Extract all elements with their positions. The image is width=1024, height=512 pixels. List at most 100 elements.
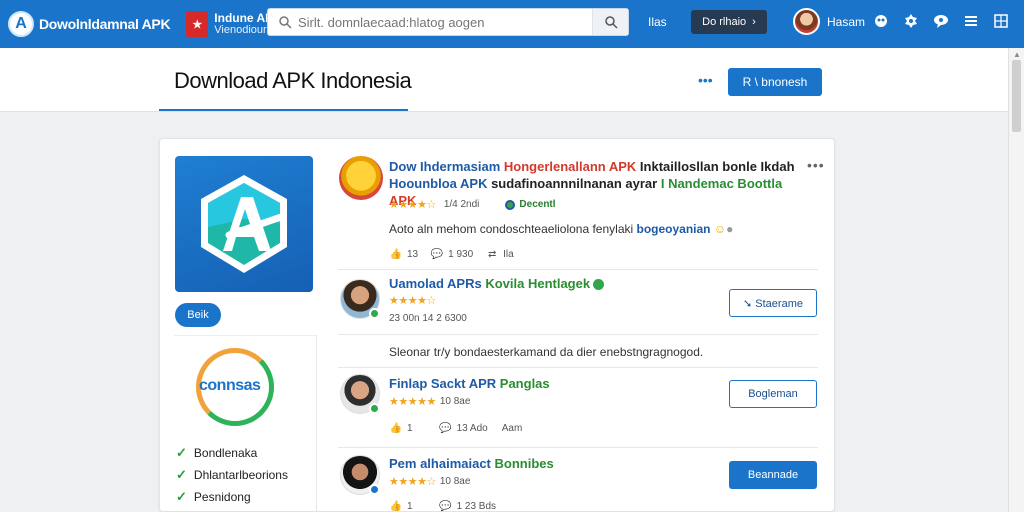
verified-icon	[369, 484, 380, 495]
checklist-label: Dhlantarlbeorions	[193, 468, 288, 482]
post-title-part: Inktaillosllan bonle Ikdah	[639, 159, 795, 174]
divider	[338, 447, 818, 448]
menu-icon[interactable]	[962, 12, 980, 30]
comment-icon[interactable]: 💬	[430, 247, 444, 261]
post-meta: ★★★★☆	[389, 294, 436, 307]
rating-text: 10 8ae	[439, 396, 471, 407]
like-count: 1	[407, 422, 413, 434]
post-actions: 👍 1 💬 1 23 Bds	[389, 499, 496, 512]
check-icon: ✓	[176, 489, 187, 504]
checklist-item: ✓ Dhlantarlbeorions	[176, 464, 288, 486]
grid-icon[interactable]	[992, 12, 1010, 30]
app-logo-icon	[201, 175, 287, 273]
avatar[interactable]	[340, 279, 380, 319]
check-icon: ✓	[176, 467, 187, 482]
comment-count: 1 23 Bds	[456, 500, 497, 512]
author-name: Uamolad APRs	[389, 276, 486, 291]
post-author[interactable]: Finlap Sackt APR Panglas	[389, 376, 550, 391]
chat-icon[interactable]	[932, 12, 950, 30]
avatar[interactable]	[339, 156, 383, 200]
divider	[338, 269, 818, 270]
post-body: Aoto aln mehom condoschteaeliolona fenyl…	[389, 222, 733, 236]
apps-icon[interactable]	[872, 12, 890, 30]
like-icon[interactable]: 👍	[389, 247, 403, 261]
follow-button[interactable]: Bogleman	[729, 380, 817, 408]
page-header: Download APK Indonesia ••• R \ bnonesh	[0, 48, 1008, 112]
app-action-pill[interactable]: Beik	[175, 303, 221, 327]
post-stats: 23 00n 14 2 6300	[389, 313, 467, 324]
like-icon[interactable]: 👍	[389, 421, 403, 435]
badge-label: Decentl	[519, 199, 556, 210]
comment-count: 13 Ado	[456, 422, 488, 434]
app-card: Beik connsas ✓ Bondlenaka ✓ Dhlantarlbeori…	[159, 138, 835, 512]
rating-text: 1/4 2ndi	[443, 199, 480, 210]
emoji-icon: ●	[726, 222, 734, 236]
rating-text: 10 8ae	[439, 476, 471, 487]
author-tag: Kovila Hentlagek	[485, 276, 591, 291]
brand[interactable]: A Dowolnldamnal APK	[8, 11, 171, 37]
avatar[interactable]	[340, 374, 380, 414]
search-icon	[604, 16, 618, 29]
avatar[interactable]	[340, 455, 380, 495]
avatar	[793, 8, 820, 35]
header-action-button[interactable]: R \ bnonesh	[728, 68, 822, 96]
post-title-part: Hoounbloa APK	[389, 176, 492, 191]
download-button[interactable]: Beannade	[729, 461, 817, 489]
post-actions: 👍 13 💬 1 930 ⇄ Ila	[389, 247, 514, 261]
post-meta: ★★★★☆ 1/4 2ndi Decentl	[389, 198, 556, 211]
checklist-label: Bondlenaka	[193, 446, 258, 460]
post-author[interactable]: Uamolad APRs Kovila Hentlagek	[389, 276, 605, 291]
share-count: Ila	[503, 248, 514, 260]
comment-icon[interactable]: 💬	[439, 421, 453, 435]
search-icon	[279, 16, 292, 29]
language-button[interactable]: Do rlhaio ›	[691, 10, 767, 34]
search-bar	[267, 8, 629, 36]
status-badge: Decentl	[505, 199, 556, 210]
post-body-text: Aoto aln mehom condoschteaeliolona fenyl…	[389, 222, 637, 236]
gear-icon[interactable]	[902, 12, 920, 30]
author-name: Finlap Sackt APR	[389, 376, 500, 391]
emoji-icon: ☺	[713, 222, 727, 236]
brand-name: Dowolnldamnal APK	[39, 16, 171, 32]
more-options-icon[interactable]: •••	[807, 157, 825, 173]
side-panel: connsas ✓ Bondlenaka ✓ Dhlantarlbeorions ✓…	[174, 335, 317, 512]
verified-icon	[593, 279, 605, 291]
post-title-part: sudafinoannnilnanan ayrar	[491, 176, 661, 191]
partner-logo: connsas	[196, 348, 274, 426]
search-button[interactable]	[592, 9, 628, 35]
follow-button[interactable]: ➘ Staerame	[729, 289, 817, 317]
comment-icon[interactable]: 💬	[439, 499, 453, 512]
post-body: Sleonar tr/y bondaesterkamand da dier en…	[389, 345, 704, 359]
post-actions: 👍 1 💬 13 Ado Aam	[389, 421, 523, 435]
checklist-item: ✓ Bondlenaka	[176, 442, 288, 464]
search-input[interactable]	[298, 14, 588, 30]
post-meta: ★★★★☆ 10 8ae	[389, 475, 470, 488]
check-icon: ✓	[176, 445, 187, 460]
page-title: Download APK Indonesia	[174, 68, 412, 93]
app-logo[interactable]	[175, 156, 313, 292]
share-count: Aam	[501, 422, 523, 434]
like-count: 13	[407, 248, 419, 260]
nav-link[interactable]: Ilas	[648, 15, 667, 29]
checklist-label: Pesnidong	[193, 490, 251, 504]
author-tag: Panglas	[499, 376, 550, 391]
scrollbar-thumb[interactable]	[1012, 60, 1021, 132]
author-name: Pem alhaimaiact	[389, 456, 495, 471]
like-count: 1	[407, 500, 413, 512]
post-author[interactable]: Pem alhaimaiact Bonnibes	[389, 456, 554, 471]
post-meta: 23 00n 14 2 6300	[389, 313, 467, 324]
star-rating: ★★★★☆	[389, 476, 436, 488]
user-menu[interactable]: Hasam	[793, 8, 865, 35]
scroll-up-icon[interactable]: ▲	[1013, 50, 1021, 59]
verified-icon	[369, 403, 380, 414]
language-label: Do rlhaio	[702, 16, 747, 28]
like-icon[interactable]: 👍	[389, 499, 403, 512]
divider	[338, 334, 818, 335]
brand-logo-icon: A	[8, 11, 34, 37]
header-more-button[interactable]: •••	[698, 72, 713, 88]
title-underline	[159, 109, 408, 111]
chevron-down-icon: ›	[752, 16, 756, 28]
checklist-item: ✓ Pesnidong	[176, 486, 288, 508]
share-icon[interactable]: ⇄	[485, 247, 499, 261]
scrollbar[interactable]: ▲	[1008, 48, 1024, 512]
